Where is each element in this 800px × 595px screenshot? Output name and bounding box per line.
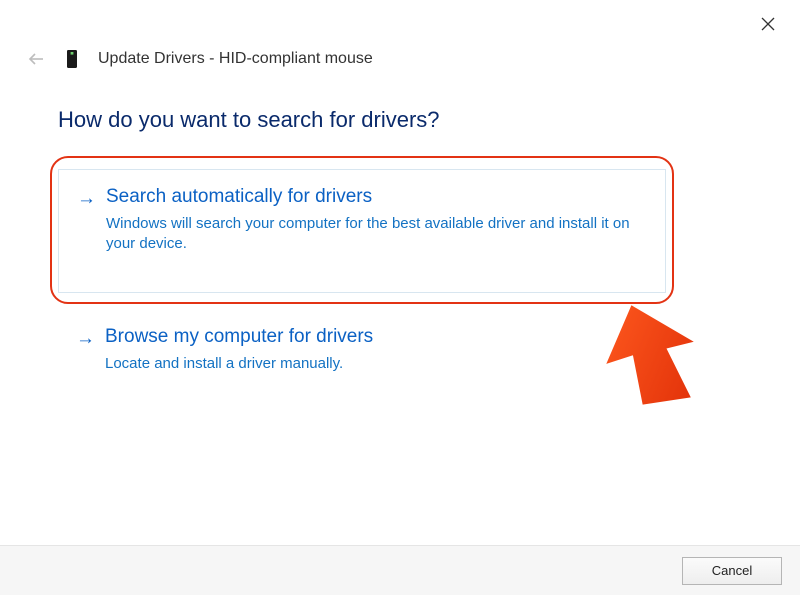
option-title: Browse my computer for drivers — [105, 326, 373, 348]
update-drivers-dialog: Update Drivers - HID-compliant mouse How… — [0, 0, 800, 595]
page-heading: How do you want to search for drivers? — [58, 107, 440, 133]
close-icon — [761, 17, 775, 31]
dialog-footer: Cancel — [0, 545, 800, 595]
back-arrow-icon — [27, 50, 45, 68]
option-description: Windows will search your computer for th… — [106, 214, 646, 255]
cancel-button[interactable]: Cancel — [682, 557, 782, 585]
option-browse-computer[interactable]: → Browse my computer for drivers Locate … — [58, 326, 666, 374]
close-button[interactable] — [758, 14, 778, 34]
option-title: Search automatically for drivers — [106, 186, 372, 208]
device-icon — [64, 48, 80, 70]
back-button[interactable] — [26, 49, 46, 69]
titlebar: Update Drivers - HID-compliant mouse — [26, 48, 373, 70]
option-description: Locate and install a driver manually. — [105, 354, 645, 374]
arrow-right-icon: → — [76, 329, 95, 348]
option-search-automatically[interactable]: → Search automatically for drivers Windo… — [58, 169, 666, 293]
arrow-right-icon: → — [77, 189, 96, 208]
window-title: Update Drivers - HID-compliant mouse — [98, 50, 373, 68]
